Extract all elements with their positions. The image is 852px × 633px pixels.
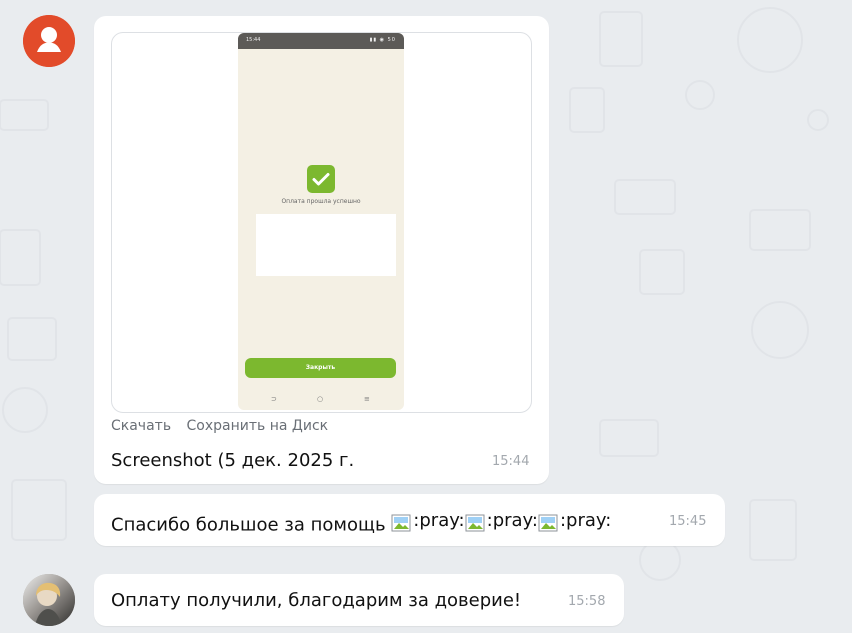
broken-image-icon <box>391 514 413 534</box>
broken-image-icon <box>538 514 560 534</box>
phone-close-button: Закрыть <box>245 358 396 378</box>
emoji-sequence: :pray: :pray: :pray: <box>391 510 611 531</box>
default-avatar-icon <box>23 15 75 67</box>
sender-avatar[interactable] <box>23 15 75 67</box>
message-time: 15:58 <box>568 594 606 609</box>
redacted-filename-area <box>367 441 467 476</box>
phone-navigation-bar: ⊃ ○ ≡ <box>238 390 404 404</box>
download-link[interactable]: Скачать <box>111 418 171 434</box>
emoji-pray-text-1: :pray: <box>413 510 465 531</box>
save-to-disk-link[interactable]: Сохранить на Диск <box>187 418 329 434</box>
redacted-payment-details <box>256 214 396 276</box>
message-time: 15:45 <box>669 514 707 529</box>
back-nav-icon: ⊃ <box>271 395 277 403</box>
success-check-icon <box>307 165 335 193</box>
attachment-actions: Скачать Сохранить на Диск <box>111 418 339 434</box>
emoji-pray-text-3: :pray: <box>559 510 612 531</box>
phone-status-time: 15:44 <box>246 37 261 43</box>
message-bubble-reply: Оплату получили, благодарим за доверие! … <box>94 574 624 626</box>
message-text: Спасибо большое за помощь :pray: :pray: <box>111 510 611 536</box>
emoji-pray-text-2: :pray: <box>486 510 538 531</box>
image-attachment[interactable]: 15:44 ▮▮ ◉ 50 Оплата прошла успешно Закр… <box>111 32 532 413</box>
phone-status-indicators: ▮▮ ◉ 50 <box>369 37 396 43</box>
message-text: Оплату получили, благодарим за доверие! <box>111 590 522 611</box>
attachment-filename[interactable]: Screenshot (5 дек. 2025 г. <box>111 450 354 471</box>
message-bubble-thanks: Спасибо большое за помощь :pray: :pray: <box>94 494 725 546</box>
payment-screenshot: 15:44 ▮▮ ◉ 50 Оплата прошла успешно Закр… <box>238 33 404 410</box>
message-time: 15:44 <box>492 454 530 469</box>
broken-image-icon <box>465 514 487 534</box>
menu-nav-icon: ≡ <box>364 395 370 403</box>
payment-success-text: Оплата прошла успешно <box>281 198 361 205</box>
message-bubble-image: 15:44 ▮▮ ◉ 50 Оплата прошла успешно Закр… <box>94 16 549 484</box>
phone-status-bar: 15:44 ▮▮ ◉ 50 <box>238 33 404 49</box>
profile-photo-icon <box>23 574 75 626</box>
agent-avatar[interactable] <box>23 574 75 626</box>
home-nav-icon: ○ <box>317 395 324 403</box>
message-text-main: Спасибо большое за помощь <box>111 514 386 536</box>
